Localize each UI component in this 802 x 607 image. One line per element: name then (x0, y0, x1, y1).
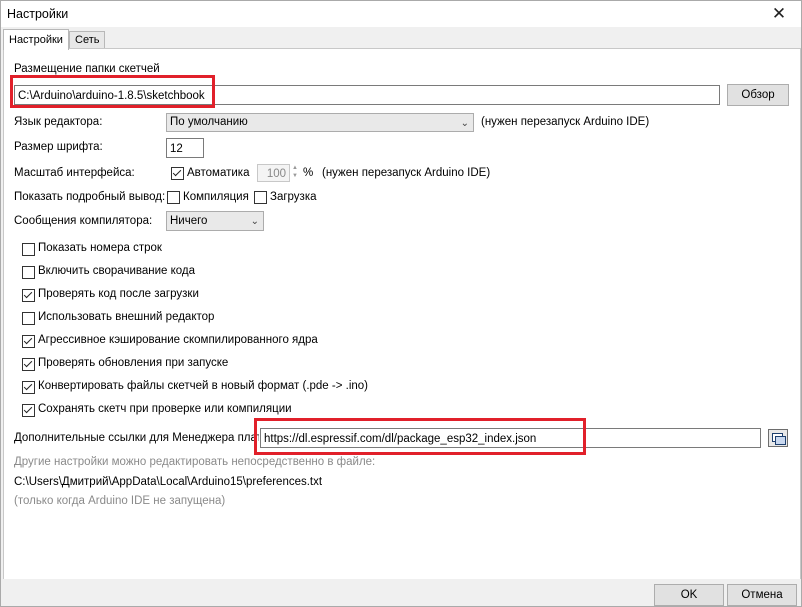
option-label: Конвертировать файлы скетчей в новый фор… (38, 380, 369, 392)
sketchbook-label: Размещение папки скетчей (14, 63, 160, 75)
font-size-label: Размер шрифта: (14, 141, 103, 153)
auto-scale-label: Автоматика (187, 167, 250, 179)
compiler-warnings-label: Сообщения компилятора: (14, 215, 153, 227)
ui-scale-note: (нужен перезапуск Arduino IDE) (322, 167, 491, 179)
highlight-box (10, 75, 215, 108)
verbose-upload-checkbox[interactable] (254, 191, 267, 204)
editor-language-value: По умолчанию (170, 116, 248, 128)
option-label: Показать номера строк (38, 242, 162, 254)
verbose-upload-label: Загрузка (270, 191, 317, 203)
chevron-down-icon: ⌄ (460, 118, 469, 129)
ui-scale-label: Масштаб интерфейса: (14, 167, 135, 179)
title-bar: Настройки ✕ (1, 1, 801, 27)
option-checkbox-core-cache[interactable] (22, 335, 35, 348)
option-checkbox-convert-sketches[interactable] (22, 381, 35, 394)
preferences-window: Настройки ✕ Настройки Сеть Размещение па… (0, 0, 802, 607)
option-checkbox-external-editor[interactable] (22, 312, 35, 325)
auto-scale-checkbox[interactable] (171, 167, 184, 180)
option-label: Проверять обновления при запуске (38, 357, 229, 369)
button-bar: OK Отмена (1, 579, 801, 606)
ui-scale-unit: % (303, 167, 314, 179)
preferences-path: C:\Users\Дмитрий\AppData\Local\Arduino15… (14, 476, 323, 488)
option-label: Проверять код после загрузки (38, 288, 199, 300)
option-checkbox-save-on-verify[interactable] (22, 404, 35, 417)
window-title: Настройки (7, 7, 69, 21)
verbose-compile-checkbox[interactable] (167, 191, 180, 204)
option-label: Использовать внешний редактор (38, 311, 215, 323)
editor-language-label: Язык редактора: (14, 116, 103, 128)
editor-language-select[interactable]: По умолчанию ⌄ (166, 113, 474, 132)
font-size-input[interactable]: 12 (166, 138, 204, 158)
option-checkbox-check-updates[interactable] (22, 358, 35, 371)
close-icon[interactable]: ✕ (757, 1, 801, 27)
option-label: Включить сворачивание кода (38, 265, 196, 277)
settings-panel: Размещение папки скетчей C:\Arduino\ardu… (3, 48, 801, 580)
cancel-button[interactable]: Отмена (727, 584, 797, 606)
option-checkbox-line-numbers[interactable] (22, 243, 35, 256)
verbose-label: Показать подробный вывод: (14, 191, 166, 203)
editor-language-note: (нужен перезапуск Arduino IDE) (481, 116, 650, 128)
compiler-warnings-select[interactable]: Ничего ⌄ (166, 211, 264, 231)
tab-network[interactable]: Сеть (69, 31, 106, 49)
highlight-box (254, 418, 586, 455)
board-urls-label: Дополнительные ссылки для Менеджера плат… (14, 432, 259, 444)
tab-settings[interactable]: Настройки (3, 29, 69, 50)
edit-list-icon[interactable] (768, 429, 788, 447)
ok-button[interactable]: OK (654, 584, 724, 606)
spin-up-icon[interactable]: ▲ (290, 164, 300, 172)
ui-scale-input[interactable]: 100 (257, 164, 290, 182)
browse-button[interactable]: Обзор (727, 84, 789, 106)
option-checkbox-verify-upload[interactable] (22, 289, 35, 302)
option-label: Сохранять скетч при проверке или компиля… (38, 403, 292, 415)
option-checkbox-code-folding[interactable] (22, 266, 35, 279)
chevron-down-icon: ⌄ (250, 216, 259, 227)
info-text: Другие настройки можно редактировать неп… (14, 456, 376, 468)
info-note: (только когда Arduino IDE не запущена) (14, 495, 226, 507)
spin-down-icon[interactable]: ▼ (290, 172, 300, 180)
option-label: Агрессивное кэширование скомпилированног… (38, 334, 318, 346)
ui-scale-spinner[interactable]: ▲ ▼ (290, 164, 300, 182)
compiler-warnings-value: Ничего (170, 215, 208, 227)
verbose-compile-label: Компиляция (183, 191, 249, 203)
